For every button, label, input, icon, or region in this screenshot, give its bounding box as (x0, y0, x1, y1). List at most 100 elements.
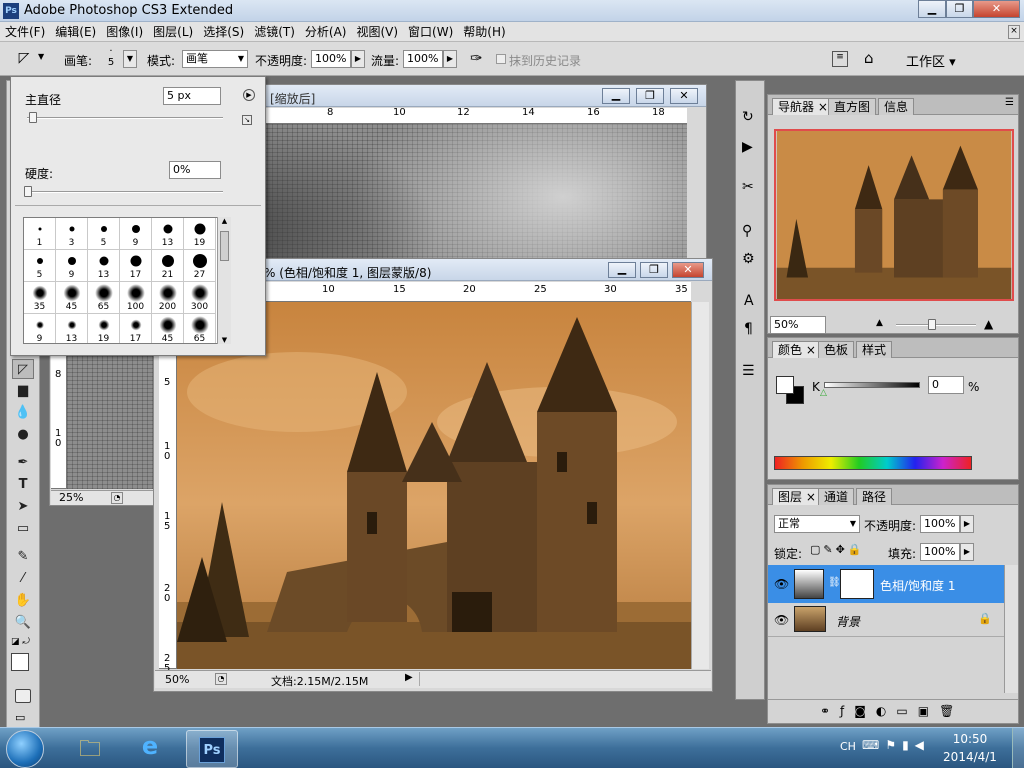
brush-preset[interactable]: 9 (56, 250, 88, 282)
layer-opacity-input[interactable]: 100% (920, 515, 960, 533)
internet-explorer-icon[interactable]: e (130, 732, 170, 766)
brush-preset[interactable]: 13 (88, 250, 120, 282)
quick-mask-icon[interactable] (15, 689, 31, 703)
tab-color[interactable]: 颜色 × (772, 341, 822, 358)
brush-preset[interactable]: 19 (88, 314, 120, 343)
minimize-button[interactable]: ▁ (918, 0, 946, 18)
doc-front-close-button[interactable]: ✕ (672, 262, 704, 278)
tab-navigator[interactable]: 导航器 × (772, 98, 834, 115)
doc-front-maximize-button[interactable]: ❐ (640, 262, 668, 278)
hand-tool-icon[interactable]: ✋ (12, 591, 34, 611)
brush-preview[interactable]: · 5 (104, 46, 118, 74)
menu-file[interactable]: 文件(F) (0, 22, 50, 42)
color-foreground-swatch[interactable] (776, 376, 794, 394)
notes-tool-icon[interactable]: ✎ (12, 547, 34, 567)
zoom-in-icon[interactable]: ▲ (984, 317, 993, 331)
pen-tool-icon[interactable]: ✒ (12, 453, 34, 473)
tab-layers[interactable]: 图层 × (772, 488, 822, 505)
brush-preset[interactable]: 19 (184, 218, 216, 250)
diameter-slider-thumb[interactable] (29, 112, 37, 123)
character-icon[interactable]: A (744, 293, 754, 309)
opacity-input[interactable]: 100% (311, 50, 351, 68)
doc-front-canvas[interactable] (177, 302, 691, 669)
hardness-input[interactable]: 0% (169, 161, 221, 179)
actions-icon[interactable]: ▶ (742, 139, 753, 155)
brush-preset[interactable]: 3 (56, 218, 88, 250)
brushes-icon[interactable]: ⚲ (742, 223, 752, 239)
eye-icon[interactable]: 👁 (774, 613, 789, 627)
channel-slider-thumb[interactable]: △ (820, 388, 827, 398)
clone-source-icon[interactable]: ⚙ (742, 251, 755, 267)
tool-presets-icon[interactable]: ✂ (742, 179, 754, 195)
menu-window[interactable]: 窗口(W) (403, 22, 458, 42)
brush-preset[interactable]: 9 (120, 218, 152, 250)
fill-input[interactable]: 100% (920, 543, 960, 561)
hardness-slider-track[interactable] (27, 191, 223, 193)
hardness-slider-thumb[interactable] (24, 186, 32, 197)
foreground-color-swatch[interactable] (11, 653, 29, 671)
language-indicator[interactable]: CH (840, 740, 856, 753)
brush-picker-button[interactable]: ▼ (123, 50, 137, 68)
tab-styles[interactable]: 样式 (856, 341, 893, 358)
doc-back-close-button[interactable]: ✕ (670, 88, 698, 104)
layer-row[interactable]: 👁 背景 🔒 (768, 603, 1004, 637)
menu-help[interactable]: 帮助(H) (458, 22, 510, 42)
save-preset-icon[interactable]: ↘ (242, 115, 252, 125)
layer-opacity-slider-button[interactable]: ▶ (960, 515, 974, 533)
airbrush-icon[interactable]: ✑ (470, 49, 483, 67)
channel-slider[interactable] (824, 382, 920, 388)
lock-icons[interactable]: ▢✎✥🔒 (810, 543, 865, 556)
tab-paths[interactable]: 路径 (856, 488, 893, 505)
blur-tool-icon[interactable]: 💧 (12, 403, 34, 423)
master-diameter-input[interactable]: 5 px (163, 87, 221, 105)
explorer-icon[interactable]: 🗀 (70, 732, 110, 766)
color-ramp[interactable] (774, 456, 972, 470)
fill-slider-button[interactable]: ▶ (960, 543, 974, 561)
doc-back-zoom[interactable]: 25% (59, 491, 83, 504)
navigator-zoom-input[interactable]: 50% (770, 316, 826, 334)
path-selection-tool-icon[interactable]: ➤ (12, 497, 34, 517)
menu-select[interactable]: 选择(S) (198, 22, 249, 42)
menu-image[interactable]: 图像(I) (101, 22, 148, 42)
brush-preset[interactable]: 100 (120, 282, 152, 314)
diameter-slider-track[interactable] (27, 117, 223, 119)
channel-input[interactable]: 0 (928, 376, 964, 394)
doc-close-icon[interactable]: × (1008, 25, 1020, 39)
zoom-tool-icon[interactable]: 🔍 (12, 613, 34, 633)
status-arrow-icon[interactable]: ▶ (405, 672, 413, 683)
bridge-icon[interactable]: ⌂ (864, 49, 874, 67)
picker-menu-icon[interactable]: ▶ (243, 89, 255, 101)
link-icon[interactable]: ⛓ (828, 577, 841, 588)
workspace-menu[interactable]: 工作区 ▾ (906, 51, 956, 70)
show-desktop-button[interactable] (1012, 728, 1024, 768)
navigator-thumbnail[interactable] (774, 129, 1014, 301)
doc-front-minimize-button[interactable]: ▁ (608, 262, 636, 278)
zoom-out-icon[interactable]: ▲ (876, 318, 883, 328)
eraser-tool-preset-icon[interactable]: ◸ (14, 50, 34, 68)
brush-preset[interactable]: 65 (184, 314, 216, 343)
panel-menu-icon[interactable]: ☰ (1005, 97, 1014, 108)
history-icon[interactable]: ↻ (742, 109, 754, 125)
doc-front-horizontal-scrollbar[interactable] (419, 672, 694, 686)
taskbar-photoshop-button[interactable]: Ps (186, 730, 238, 768)
gradient-tool-icon[interactable]: ▆ (12, 381, 34, 401)
brush-preset[interactable]: 35 (24, 282, 56, 314)
brush-preset[interactable]: 9 (24, 314, 56, 343)
brush-preset[interactable]: 200 (152, 282, 184, 314)
opacity-slider-button[interactable]: ▶ (351, 50, 365, 68)
eraser-tool-icon[interactable]: ◸ (12, 359, 34, 379)
doc-front-vertical-scrollbar[interactable] (691, 302, 709, 669)
flow-slider-button[interactable]: ▶ (443, 50, 457, 68)
default-colors-icon[interactable]: ◪ ⤾ (11, 637, 30, 647)
clock-time[interactable]: 10:50 (940, 732, 1000, 746)
close-button[interactable]: ✕ (973, 0, 1020, 18)
tab-swatches[interactable]: 色板 (818, 341, 855, 358)
erase-history-checkbox[interactable] (496, 54, 506, 64)
layer-row[interactable]: 👁 ⛓ 色相/饱和度 1 (768, 565, 1004, 603)
brush-preset[interactable]: 300 (184, 282, 216, 314)
screen-mode-icon[interactable]: ▭ (15, 711, 25, 724)
rectangle-tool-icon[interactable]: ▭ (12, 519, 34, 539)
menu-view[interactable]: 视图(V) (351, 22, 403, 42)
brush-preset[interactable]: 5 (24, 250, 56, 282)
doc-front-zoom[interactable]: 50% (165, 673, 189, 686)
